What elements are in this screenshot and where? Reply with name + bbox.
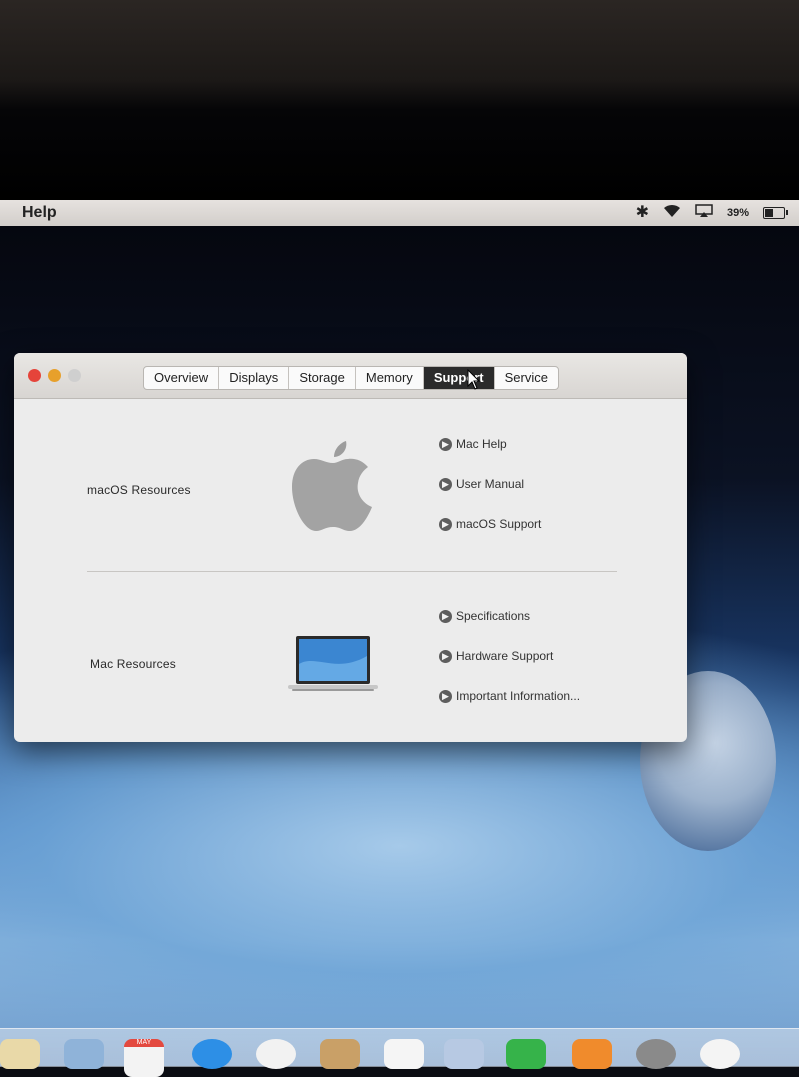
- wifi-icon[interactable]: [663, 204, 681, 222]
- mac-help-link[interactable]: ▶ Mac Help: [439, 435, 541, 453]
- photos-icon[interactable]: [256, 1039, 296, 1069]
- zoom-button[interactable]: [68, 369, 81, 382]
- safari-icon[interactable]: [192, 1039, 232, 1069]
- macos-resources-links: ▶ Mac Help ▶ User Manual ▶ macOS Support: [439, 435, 541, 533]
- bluetooth-icon[interactable]: ✱: [636, 205, 649, 221]
- mouse-cursor-icon: [467, 369, 481, 390]
- apple-logo-icon: [292, 441, 372, 531]
- macos-support-label: macOS Support: [456, 517, 542, 531]
- tab-memory[interactable]: Memory: [356, 367, 424, 389]
- user-manual-label: User Manual: [456, 477, 525, 491]
- arrow-right-icon: ▶: [439, 477, 452, 491]
- menu-help[interactable]: Help: [22, 204, 57, 222]
- menu-bar: Help ✱ 39%: [0, 200, 799, 226]
- system-preferences-icon[interactable]: [636, 1039, 676, 1069]
- airplay-icon[interactable]: [695, 204, 713, 222]
- specifications-link[interactable]: ▶ Specifications: [439, 607, 580, 625]
- tab-storage[interactable]: Storage: [289, 367, 356, 389]
- window-controls: [28, 369, 81, 382]
- itunes-icon[interactable]: [700, 1039, 740, 1069]
- battery-percent[interactable]: 39%: [727, 207, 749, 219]
- minimize-button[interactable]: [48, 369, 61, 382]
- tab-support[interactable]: Support: [423, 367, 495, 389]
- dock: MAY: [0, 1028, 799, 1077]
- support-pane: macOS Resources ▶ Mac Help ▶ User Manual…: [14, 399, 687, 742]
- arrow-right-icon: ▶: [439, 437, 452, 451]
- arrow-right-icon: ▶: [439, 609, 452, 623]
- close-button[interactable]: [28, 369, 41, 382]
- window-titlebar[interactable]: Overview Displays Storage Memory Support…: [14, 353, 687, 399]
- preview-icon[interactable]: [64, 1039, 104, 1069]
- reminders-icon[interactable]: [384, 1039, 424, 1069]
- arrow-right-icon: ▶: [439, 649, 452, 663]
- calendar-icon[interactable]: MAY: [124, 1039, 164, 1077]
- tab-service[interactable]: Service: [495, 367, 558, 389]
- battery-fill: [765, 209, 773, 217]
- user-manual-link[interactable]: ▶ User Manual: [439, 475, 541, 493]
- ibooks-icon[interactable]: [572, 1039, 612, 1069]
- mac-resources-label: Mac Resources: [90, 657, 176, 671]
- about-this-mac-window: Overview Displays Storage Memory Support…: [14, 353, 687, 742]
- mac-resources-links: ▶ Specifications ▶ Hardware Support ▶ Im…: [439, 607, 580, 705]
- macbook-icon: [288, 636, 378, 691]
- important-information-label: Important Information...: [456, 689, 581, 703]
- tab-displays[interactable]: Displays: [219, 367, 290, 389]
- tab-overview[interactable]: Overview: [144, 367, 220, 389]
- battery-icon[interactable]: [763, 207, 788, 219]
- calendar-month: MAY: [136, 1039, 152, 1046]
- facetime-icon[interactable]: [506, 1039, 546, 1069]
- arrow-right-icon: ▶: [439, 689, 452, 703]
- app-icon[interactable]: [444, 1039, 484, 1069]
- hardware-support-link[interactable]: ▶ Hardware Support: [439, 647, 580, 665]
- notes-icon[interactable]: [0, 1039, 40, 1069]
- important-information-link[interactable]: ▶ Important Information...: [439, 687, 580, 705]
- macos-resources-label: macOS Resources: [87, 483, 191, 497]
- section-divider: [87, 571, 617, 572]
- hardware-support-label: Hardware Support: [456, 649, 554, 663]
- arrow-right-icon: ▶: [439, 517, 452, 531]
- tab-bar: Overview Displays Storage Memory Support…: [143, 366, 559, 390]
- screen-bezel: [0, 0, 799, 200]
- specifications-label: Specifications: [456, 609, 531, 623]
- status-menus: ✱ 39%: [636, 204, 788, 222]
- macos-support-link[interactable]: ▶ macOS Support: [439, 515, 541, 533]
- contacts-icon[interactable]: [320, 1039, 360, 1069]
- mac-help-label: Mac Help: [456, 437, 507, 451]
